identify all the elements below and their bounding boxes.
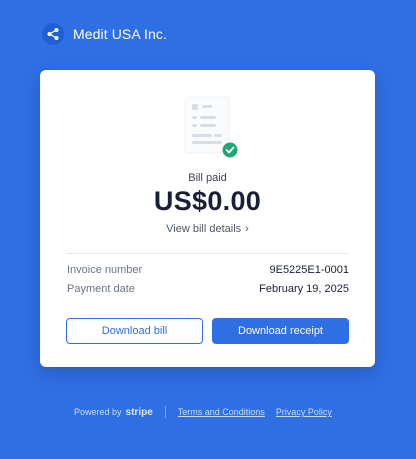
download-bill-button[interactable]: Download bill xyxy=(66,318,203,344)
merchant-name: Medit USA Inc. xyxy=(73,26,167,42)
view-bill-details-label: View bill details xyxy=(166,223,242,235)
footer-divider xyxy=(164,406,166,418)
paid-invoice-check-icon xyxy=(182,94,240,160)
powered-by-label: Powered by xyxy=(74,407,122,417)
view-bill-details-link[interactable]: View bill details › xyxy=(40,223,375,235)
payment-date-value: February 19, 2025 xyxy=(259,283,349,295)
invoice-number-label: Invoice number xyxy=(67,264,143,276)
invoice-number-row: Invoice number 9E5225E1-0001 xyxy=(67,264,349,276)
divider xyxy=(66,253,349,254)
share-nodes-icon xyxy=(42,23,64,45)
privacy-link[interactable]: Privacy Policy xyxy=(276,407,332,417)
invoice-card: Bill paid US$0.00 View bill details › Inv… xyxy=(40,70,375,367)
powered-by-stripe[interactable]: Powered by stripe xyxy=(74,407,153,418)
footer: Powered by stripe Terms and Conditions P… xyxy=(74,406,332,418)
invoice-number-value: 9E5225E1-0001 xyxy=(269,264,349,276)
amount-paid: US$0.00 xyxy=(153,186,262,216)
payment-date-label: Payment date xyxy=(67,283,135,295)
payment-date-row: Payment date February 19, 2025 xyxy=(67,283,349,295)
bill-status: Bill paid xyxy=(188,172,227,184)
chevron-right-icon: › xyxy=(245,223,249,235)
stripe-logo: stripe xyxy=(125,406,153,418)
merchant-header: Medit USA Inc. xyxy=(42,22,167,46)
download-receipt-button[interactable]: Download receipt xyxy=(212,318,349,344)
terms-link[interactable]: Terms and Conditions xyxy=(178,407,265,417)
